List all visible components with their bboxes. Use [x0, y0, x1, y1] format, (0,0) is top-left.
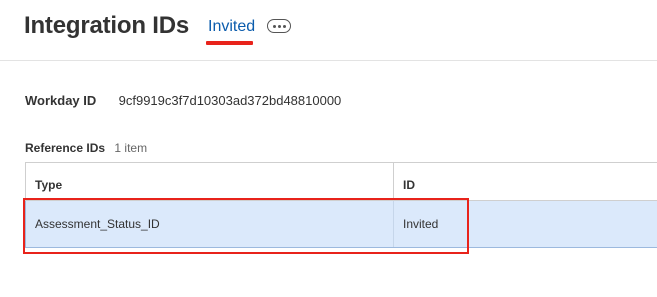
subtitle-tab-invited[interactable]: Invited — [208, 18, 255, 36]
dot — [277, 24, 281, 28]
column-header-type[interactable]: Type — [25, 163, 394, 200]
reference-ids-section-title: Reference IDs 1 item — [25, 141, 147, 155]
column-header-id[interactable]: ID — [394, 163, 657, 200]
grid-header: Type ID — [25, 162, 657, 201]
workday-id-value: 9cf9919c3f7d10303ad372bd48810000 — [118, 93, 342, 108]
cell-type: Assessment_Status_ID — [25, 201, 394, 247]
table-row[interactable]: Assessment_Status_ID Invited — [25, 201, 657, 248]
cell-id: Invited — [403, 217, 439, 231]
dot — [282, 24, 286, 28]
page-title: Integration IDs — [24, 12, 190, 39]
reference-ids-title: Reference IDs — [25, 141, 106, 155]
reference-ids-count: 1 item — [114, 141, 148, 155]
more-horizontal-icon[interactable] — [267, 19, 291, 33]
workday-id-field: Workday ID 9cf9919c3f7d10303ad372bd48810… — [25, 93, 341, 108]
workday-id-label: Workday ID — [25, 93, 97, 108]
page-header: Integration IDs Invited — [0, 0, 657, 61]
dot — [272, 24, 276, 28]
subtitle-underline — [206, 41, 253, 45]
reference-ids-grid: Type ID Assessment_Status_ID Invited — [25, 162, 657, 248]
